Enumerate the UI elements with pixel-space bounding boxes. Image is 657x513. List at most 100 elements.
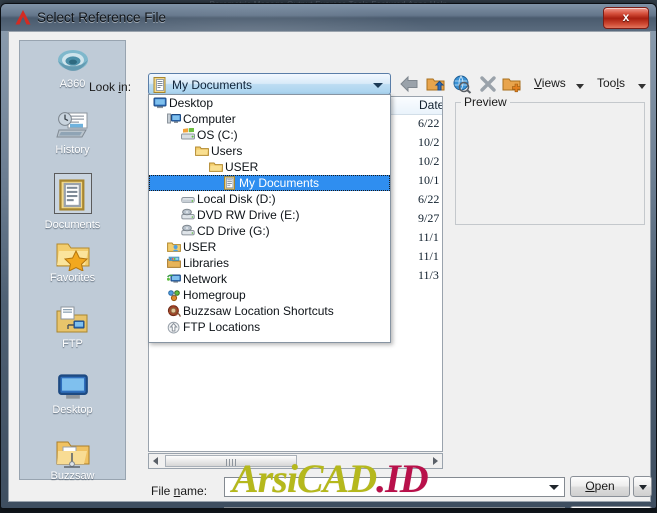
tree-item-user[interactable]: USER xyxy=(149,239,390,255)
tree-item-label: Computer xyxy=(183,112,236,126)
close-button[interactable]: x xyxy=(603,7,649,29)
open-dropdown-button[interactable] xyxy=(633,476,652,497)
documents-folder-icon xyxy=(153,77,166,93)
tree-item-my-documents[interactable]: My Documents xyxy=(149,175,390,191)
dialog-title: Select Reference File xyxy=(37,10,167,25)
places-item-label: Buzzsaw xyxy=(50,470,95,482)
back-arrow-icon[interactable] xyxy=(399,73,421,95)
places-item-label: FTP xyxy=(62,338,83,350)
places-item-a360[interactable]: A360 xyxy=(20,45,125,107)
file-date-cell: 11/3 xyxy=(418,268,439,282)
folder-new-icon[interactable] xyxy=(501,73,523,95)
preview-panel xyxy=(455,102,645,225)
chevron-down-icon[interactable] xyxy=(373,83,383,88)
scroll-right-button[interactable] xyxy=(428,454,442,468)
column-header-date[interactable]: Date xyxy=(419,98,442,112)
places-item-label: History xyxy=(55,144,90,156)
optical-drive-icon xyxy=(181,208,195,220)
places-item-label: Favorites xyxy=(49,272,96,284)
tree-item-label: Homegroup xyxy=(183,288,246,302)
optical-drive-icon xyxy=(181,224,195,236)
views-chevron-down-icon[interactable] xyxy=(576,84,584,89)
user-folder-icon xyxy=(167,242,181,252)
x-delete-icon[interactable] xyxy=(477,73,499,95)
file-list-horizontal-scrollbar[interactable] xyxy=(148,453,443,469)
scrollbar-grip-icon xyxy=(226,459,236,466)
documents-folder-icon xyxy=(224,176,235,190)
tree-item-network[interactable]: Network xyxy=(149,271,390,287)
files-of-type-combobox[interactable]: All image files xyxy=(224,507,565,508)
tree-item-buzzsaw-location-shortcuts[interactable]: Buzzsaw Location Shortcuts xyxy=(149,303,390,319)
scrollbar-thumb[interactable] xyxy=(165,455,297,467)
folder-up-icon[interactable] xyxy=(425,73,447,95)
places-item-selected-frame xyxy=(53,173,92,214)
views-menu-button[interactable]: Views xyxy=(534,76,566,90)
tools-chevron-down-icon[interactable] xyxy=(638,84,646,89)
file-date-cell: 6/22 xyxy=(418,116,440,130)
file-name-chevron-down-icon[interactable] xyxy=(549,485,559,490)
tree-item-label: Desktop xyxy=(169,96,214,110)
file-date-cell: 10/1 xyxy=(418,173,440,187)
tree-item-users[interactable]: Users xyxy=(149,143,390,159)
places-item-history[interactable]: History xyxy=(20,111,125,173)
network-icon xyxy=(167,274,181,283)
computer-icon xyxy=(167,113,181,124)
tree-item-cd-drive-g-[interactable]: CD Drive (G:) xyxy=(149,223,390,239)
file-date-cell: 11/1 xyxy=(418,249,439,263)
look-in-combobox[interactable]: My Documents xyxy=(148,73,391,95)
tree-item-os-c-[interactable]: OS (C:) xyxy=(149,127,390,143)
file-date-cell: 9/27 xyxy=(418,211,440,225)
folder-icon xyxy=(209,162,223,172)
tree-item-label: OS (C:) xyxy=(197,128,238,142)
tree-item-label: Buzzsaw Location Shortcuts xyxy=(183,304,334,318)
globe-search-icon[interactable] xyxy=(451,73,473,95)
tools-menu-button[interactable]: Tools xyxy=(597,76,625,90)
file-name-input[interactable] xyxy=(228,480,552,497)
tree-item-computer[interactable]: Computer xyxy=(149,111,390,127)
desktop-monitor-icon xyxy=(153,97,167,109)
places-bar: A360 History Documents Favorites FTP Desktop B… xyxy=(19,40,126,482)
folder-icon xyxy=(195,146,209,156)
tree-item-desktop[interactable]: Desktop xyxy=(149,95,390,111)
places-item-buzzsaw[interactable]: Buzzsaw xyxy=(20,437,125,499)
dialog-titlebar[interactable]: Select Reference File x xyxy=(1,4,656,31)
autocad-logo-icon xyxy=(15,10,31,25)
places-item-desktop[interactable]: Desktop xyxy=(20,371,125,433)
places-item-label: Documents xyxy=(44,219,101,231)
tree-item-label: Network xyxy=(183,272,228,286)
places-item-documents[interactable]: Documents xyxy=(20,173,125,235)
ftp-network-folder-icon xyxy=(56,306,87,333)
tree-item-label: DVD RW Drive (E:) xyxy=(197,208,300,222)
tree-item-ftp-locations[interactable]: FTP Locations xyxy=(149,319,390,335)
history-clock-icon xyxy=(55,112,87,138)
tree-item-dvd-rw-drive-e-[interactable]: DVD RW Drive (E:) xyxy=(149,207,390,223)
libraries-icon xyxy=(167,256,181,268)
cancel-button[interactable]: Cancel xyxy=(570,506,652,508)
desktop-monitor-icon xyxy=(57,374,88,399)
file-date-cell: 10/2 xyxy=(418,135,440,149)
buzzsaw-icon xyxy=(167,304,181,317)
places-item-favorites[interactable]: Favorites xyxy=(20,239,125,301)
tree-item-label: CD Drive (G:) xyxy=(197,224,270,238)
file-date-cell: 10/2 xyxy=(418,154,440,168)
tree-item-libraries[interactable]: Libraries xyxy=(149,255,390,271)
tree-item-homegroup[interactable]: Homegroup xyxy=(149,287,390,303)
tree-item-label: Users xyxy=(211,144,243,158)
places-item-ftp[interactable]: FTP xyxy=(20,305,125,367)
tree-item-label: Libraries xyxy=(183,256,230,270)
look-in-label: Look in: xyxy=(89,80,132,94)
buzzsaw-folder-icon xyxy=(56,441,89,468)
open-button[interactable]: Open xyxy=(570,476,630,497)
tree-item-label: USER xyxy=(183,240,217,254)
scroll-left-button[interactable] xyxy=(149,454,163,468)
file-name-combobox[interactable] xyxy=(224,477,565,497)
look-in-dropdown-tree[interactable]: Desktop Computer OS (C:) Users USER My Docume… xyxy=(148,94,391,343)
tree-item-local-disk-d-[interactable]: Local Disk (D:) xyxy=(149,191,390,207)
tree-item-label: USER xyxy=(225,160,259,174)
tree-item-user[interactable]: USER xyxy=(149,159,390,175)
documents-folder-icon xyxy=(58,179,84,211)
file-name-label: File name: xyxy=(151,484,208,498)
ftp-locations-icon xyxy=(167,321,180,334)
tree-item-label: FTP Locations xyxy=(183,320,261,334)
hard-drive-icon xyxy=(181,197,195,203)
